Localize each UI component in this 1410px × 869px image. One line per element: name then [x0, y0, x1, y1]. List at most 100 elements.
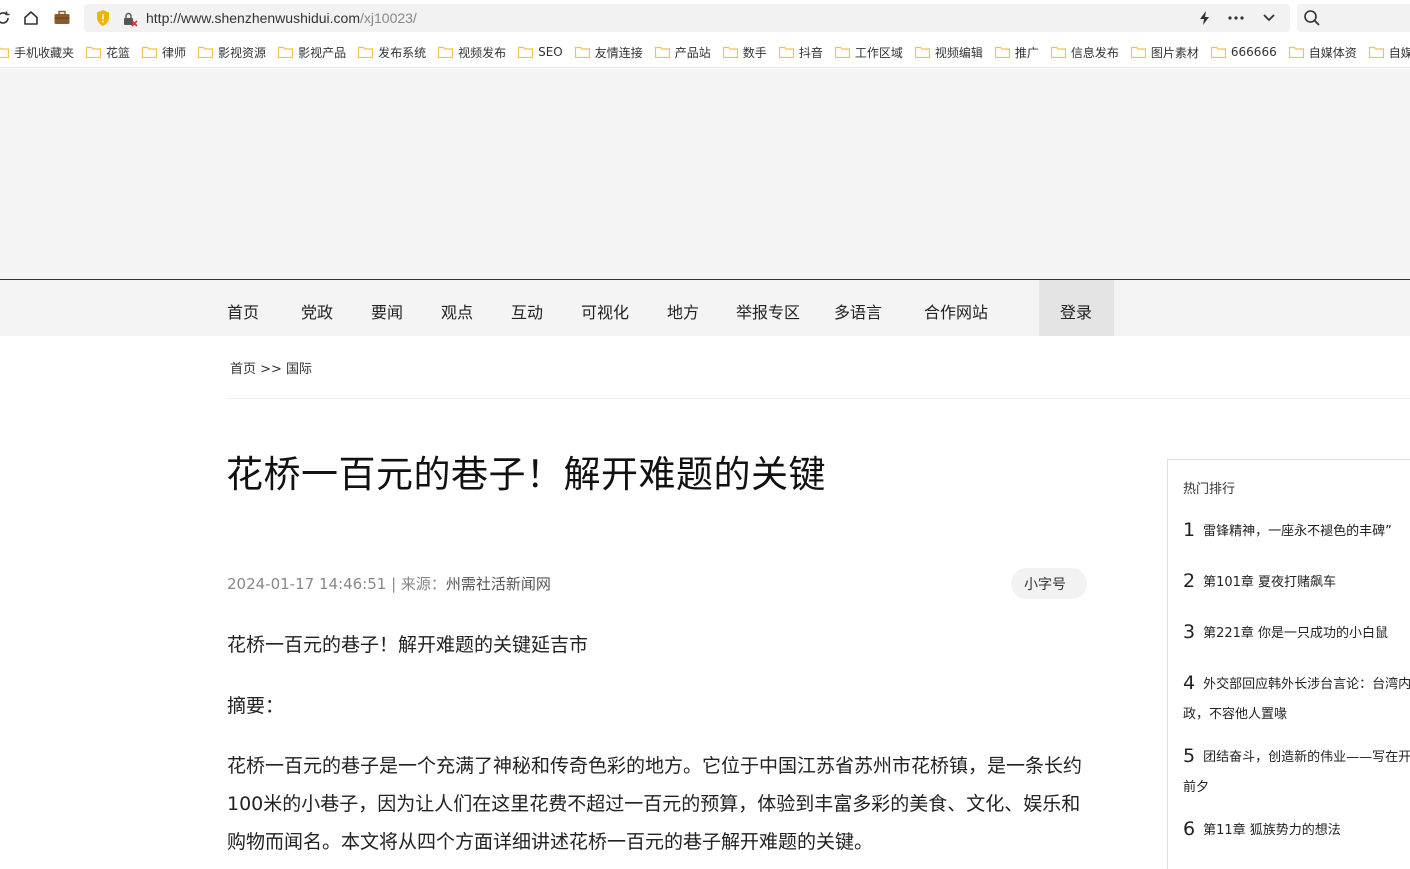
- login-label: 登录: [1060, 303, 1093, 322]
- rank-number: 1: [1183, 519, 1196, 541]
- bookmark-item[interactable]: 信息发布: [1050, 36, 1119, 67]
- bookmark-item[interactable]: 图片素材: [1130, 36, 1199, 67]
- rank-number: 3: [1183, 621, 1196, 643]
- folder-icon: [1288, 46, 1304, 58]
- nav-visualization[interactable]: 可视化: [581, 299, 629, 323]
- bookmark-item[interactable]: 抖音: [778, 36, 823, 67]
- insecure-lock-icon[interactable]: [122, 11, 138, 27]
- nav-report-zone[interactable]: 举报专区: [736, 299, 800, 323]
- chevron-down-icon[interactable]: [1262, 12, 1276, 24]
- nav-partner-sites[interactable]: 合作网站: [924, 299, 988, 323]
- bookmark-item[interactable]: 产品站: [654, 36, 711, 67]
- ranking-item[interactable]: 5 团结奋斗，创造新的伟业——写在开前夕: [1183, 741, 1410, 803]
- bookmark-item[interactable]: 手机收藏夹: [0, 36, 75, 67]
- folder-icon: [994, 46, 1010, 58]
- rank-text: 外交部回应韩外长涉台言论：台湾内政，不容他人置喙: [1183, 677, 1410, 722]
- bookmark-item[interactable]: 666666: [1210, 36, 1277, 67]
- bookmark-item[interactable]: 视频发布: [438, 36, 507, 67]
- bookmark-label: 数手: [742, 45, 767, 60]
- nav-local[interactable]: 地方: [667, 299, 699, 323]
- folder-icon: [1368, 46, 1384, 58]
- article-datetime: 2024-01-17 14:46:51: [227, 575, 387, 593]
- bookmark-label: 工作区域: [854, 45, 903, 60]
- browser-toolbar: http://www.shenzhenwushidui.com/xj10023/: [0, 0, 1410, 36]
- folder-icon: [1210, 46, 1226, 58]
- ranking-item[interactable]: 3 第221章 你是一只成功的小白鼠: [1183, 617, 1410, 649]
- bookmark-item[interactable]: 花篮: [86, 36, 131, 67]
- folder-icon: [438, 46, 454, 58]
- shield-warning-icon[interactable]: [95, 9, 111, 27]
- article-source[interactable]: 州需社活新闻网: [446, 575, 551, 593]
- bookmark-label: 律师: [162, 45, 187, 60]
- bookmark-label: 手机收藏夹: [14, 45, 75, 60]
- bookmark-label: 花篮: [106, 45, 131, 60]
- folder-icon: [358, 46, 374, 58]
- ranking-item[interactable]: 2 第101章 夏夜打赌飙车: [1183, 566, 1410, 598]
- site-navigation: 首页 党政 要闻 观点 互动 可视化 地方 举报专区 多语言 合作网站 登录: [0, 279, 1410, 336]
- nav-opinion[interactable]: 观点: [441, 299, 473, 323]
- bookmark-item[interactable]: 自媒体资: [1288, 36, 1357, 67]
- more-options-icon[interactable]: [1228, 15, 1244, 21]
- bookmark-label: 视频发布: [458, 45, 507, 60]
- bookmark-item[interactable]: 影视资源: [198, 36, 267, 67]
- bookmark-item[interactable]: SEO: [518, 36, 563, 67]
- login-button[interactable]: 登录: [1039, 280, 1114, 336]
- lightning-icon[interactable]: [1198, 10, 1212, 26]
- bookmark-item[interactable]: 发布系统: [358, 36, 426, 67]
- source-label: | 来源：: [386, 575, 446, 593]
- bookmark-label: 推广: [1014, 45, 1039, 60]
- nav-party-politics[interactable]: 党政: [301, 299, 333, 323]
- ranking-item[interactable]: 1 雷锋精神，一座永不褪色的丰碑”: [1183, 515, 1410, 547]
- article-title: 花桥一百元的巷子！解开难题的关键: [226, 453, 826, 496]
- nav-multilingual[interactable]: 多语言: [834, 299, 882, 323]
- nav-home[interactable]: 首页: [227, 299, 259, 323]
- folder-icon: [518, 46, 534, 58]
- breadcrumb[interactable]: 首页 >> 国际: [230, 358, 312, 377]
- bookmark-item[interactable]: 数手: [722, 36, 767, 67]
- nav-headlines[interactable]: 要闻: [371, 299, 403, 323]
- font-size-button[interactable]: 小字号: [1011, 568, 1087, 599]
- folder-icon: [1050, 46, 1066, 58]
- article-lead: 花桥一百元的巷子！解开难题的关键延吉市: [227, 634, 589, 656]
- bookmark-item[interactable]: 影视产品: [278, 36, 347, 67]
- folder-icon: [0, 47, 9, 58]
- refresh-icon[interactable]: [0, 9, 12, 27]
- bookmark-item[interactable]: 自媒体: [1368, 36, 1410, 67]
- rank-text: 团结奋斗，创造新的伟业——写在开前夕: [1183, 750, 1410, 795]
- bookmark-label: 产品站: [674, 45, 711, 60]
- folder-icon: [574, 46, 590, 58]
- folder-icon: [722, 46, 738, 58]
- bookmark-item[interactable]: 视频编辑: [914, 36, 983, 67]
- rank-text: 雷锋精神，一座永不褪色的丰碑”: [1203, 524, 1392, 539]
- bookmark-label: 信息发布: [1070, 45, 1119, 60]
- folder-icon: [198, 46, 214, 58]
- folder-icon: [278, 46, 294, 58]
- folder-icon: [778, 46, 794, 58]
- bookmark-label: 友情连接: [594, 45, 643, 60]
- article-meta: 2024-01-17 14:46:51 | 来源：州需社活新闻网: [227, 573, 551, 594]
- article-body: 花桥一百元的巷子是一个充满了神秘和传奇色彩的地方。它位于中国江苏省苏州市花桥镇，…: [227, 755, 1083, 853]
- nav-interaction[interactable]: 互动: [511, 299, 543, 323]
- address-bar[interactable]: http://www.shenzhenwushidui.com/xj10023/: [84, 4, 1290, 32]
- folder-icon: [914, 46, 930, 58]
- bookmark-item[interactable]: 工作区域: [834, 36, 903, 67]
- briefcase-icon[interactable]: [53, 9, 71, 27]
- ranking-item[interactable]: 6 第11章 狐族势力的想法: [1183, 814, 1410, 846]
- browser-search-box[interactable]: [1297, 4, 1410, 32]
- bookmark-item[interactable]: 律师: [142, 36, 187, 67]
- rank-number: 2: [1183, 570, 1196, 592]
- bookmarks-bar: 手机收藏夹 花篮 律师 影视资源 影视产品 发布系统 视频发布 SEO 友情连接 产品站 数手 抖音 工…: [0, 36, 1410, 68]
- abstract-label: 摘要：: [227, 695, 285, 717]
- bookmark-item[interactable]: 友情连接: [574, 36, 643, 67]
- hot-ranking-title: 热门排行: [1183, 482, 1236, 497]
- bookmark-item[interactable]: 推广: [994, 36, 1039, 67]
- font-size-label: 小字号: [1024, 577, 1066, 593]
- bookmark-label: SEO: [538, 45, 563, 59]
- ranking-item[interactable]: 4 外交部回应韩外长涉台言论：台湾内政，不容他人置喙: [1183, 668, 1410, 730]
- home-icon[interactable]: [22, 9, 40, 27]
- rank-text: 第11章 狐族势力的想法: [1203, 823, 1341, 838]
- rank-number: 4: [1183, 672, 1196, 694]
- bookmark-label: 影视资源: [218, 45, 267, 60]
- bookmark-label: 影视产品: [298, 45, 347, 60]
- url-path: /xj10023/: [360, 10, 417, 26]
